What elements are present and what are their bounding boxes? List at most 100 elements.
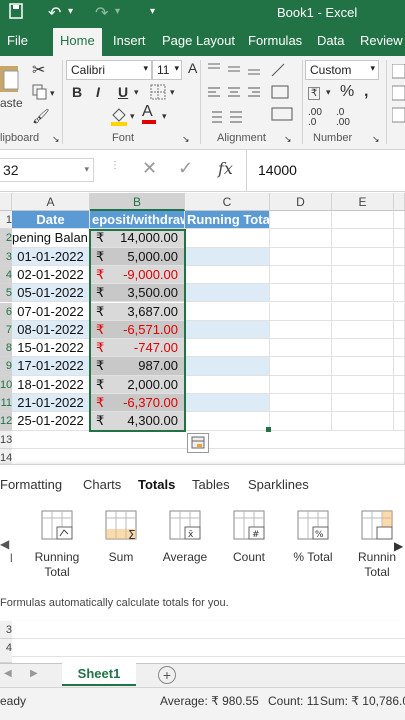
- cell[interactable]: [332, 229, 394, 248]
- cell[interactable]: [394, 357, 405, 376]
- cut-icon[interactable]: ✂: [32, 60, 45, 80]
- cell[interactable]: [270, 357, 332, 376]
- qa-tab-tables[interactable]: Tables: [192, 477, 230, 492]
- running-total-cell[interactable]: [185, 229, 270, 248]
- copy-icon[interactable]: [32, 84, 48, 103]
- date-cell[interactable]: 02-01-2022: [12, 265, 90, 285]
- bold-button[interactable]: B: [72, 84, 82, 100]
- undo-icon[interactable]: ↶: [48, 3, 61, 23]
- amount-cell[interactable]: ₹4,300.00: [90, 412, 185, 431]
- running-total-cell[interactable]: [185, 265, 270, 285]
- redo-dropdown-icon[interactable]: ▾: [115, 6, 120, 17]
- font-color-dropdown-icon[interactable]: ▾: [162, 111, 167, 122]
- row-header[interactable]: 7: [0, 320, 12, 340]
- number-format-select[interactable]: Custom ▾: [305, 60, 379, 80]
- amount-cell[interactable]: ₹ -9,000.00: [90, 265, 185, 285]
- amount-cell[interactable]: ₹3,687.00: [90, 302, 185, 321]
- cell[interactable]: [270, 211, 332, 230]
- top-align-icon[interactable]: [206, 62, 262, 79]
- date-cell[interactable]: 07-01-2022: [12, 302, 90, 321]
- cell[interactable]: [332, 357, 394, 376]
- indent-icon[interactable]: [206, 110, 246, 127]
- select-all-corner[interactable]: [0, 193, 12, 211]
- cell[interactable]: [332, 412, 394, 431]
- row-header[interactable]: 1: [0, 211, 12, 230]
- date-cell[interactable]: 15-01-2022: [12, 339, 90, 358]
- increase-decimal-icon[interactable]: .00 .0: [308, 108, 322, 128]
- font-size-select[interactable]: 11 ▾: [152, 60, 182, 80]
- scroll-sheets-left-icon[interactable]: ◀: [4, 668, 12, 679]
- enter-icon[interactable]: ✓: [178, 158, 193, 179]
- cell[interactable]: [394, 394, 405, 413]
- tab-review[interactable]: Review: [360, 33, 403, 48]
- tab-formulas[interactable]: Formulas: [248, 33, 302, 48]
- row-header[interactable]: 10: [0, 375, 12, 394]
- orientation-icon[interactable]: [270, 62, 296, 127]
- cell[interactable]: [332, 284, 394, 303]
- empty-cells[interactable]: [12, 621, 405, 663]
- cell[interactable]: [270, 247, 332, 266]
- copy-dropdown-icon[interactable]: ▾: [50, 88, 55, 99]
- cell[interactable]: [332, 375, 394, 394]
- tab-file[interactable]: File: [7, 33, 28, 48]
- quick-analysis-button[interactable]: [187, 433, 209, 453]
- tab-data[interactable]: Data: [317, 33, 344, 48]
- cell[interactable]: [270, 412, 332, 431]
- qa-percent-total-button[interactable]: % % Total: [283, 509, 343, 564]
- header-cell-deposit-withdraw[interactable]: eposit/withdraw: [90, 211, 185, 230]
- font-launcher-icon[interactable]: ↘: [182, 134, 190, 145]
- amount-cell[interactable]: ₹3,500.00: [90, 284, 185, 303]
- conditional-format-icon[interactable]: [391, 63, 405, 127]
- cell[interactable]: [270, 394, 332, 413]
- running-total-cell[interactable]: [185, 412, 270, 431]
- format-painter-icon[interactable]: 🖌: [32, 108, 50, 125]
- amount-cell[interactable]: ₹2,000.00: [90, 375, 185, 394]
- header-cell-running-total[interactable]: Running Total: [185, 211, 270, 230]
- insert-function-icon[interactable]: fx: [218, 159, 233, 178]
- qa-tab-formatting[interactable]: Formatting: [0, 477, 62, 492]
- number-launcher-icon[interactable]: ↘: [372, 134, 380, 145]
- more-options-icon[interactable]: ⋮: [110, 160, 120, 171]
- align-left-icon[interactable]: [206, 86, 262, 105]
- amount-cell[interactable]: ₹ -747.00: [90, 339, 185, 358]
- qa-tab-charts[interactable]: Charts: [83, 477, 121, 492]
- cell[interactable]: [394, 211, 405, 230]
- undo-dropdown-icon[interactable]: ▾: [68, 6, 73, 17]
- running-total-cell[interactable]: [185, 375, 270, 394]
- date-cell[interactable]: 08-01-2022: [12, 320, 90, 340]
- redo-icon[interactable]: ↷: [95, 3, 108, 23]
- date-cell[interactable]: 21-01-2022: [12, 394, 90, 413]
- cell[interactable]: [394, 302, 405, 321]
- underline-button[interactable]: U: [118, 84, 128, 100]
- cell[interactable]: [394, 375, 405, 394]
- column-header-d[interactable]: D: [270, 193, 332, 211]
- header-cell-date[interactable]: Date: [12, 211, 90, 230]
- currency-format-icon[interactable]: ₹: [308, 84, 321, 100]
- font-color-icon[interactable]: A: [142, 104, 156, 124]
- clipboard-launcher-icon[interactable]: ↘: [52, 134, 60, 145]
- row-header[interactable]: 4: [0, 265, 12, 285]
- amount-cell[interactable]: ₹14,000.00: [90, 229, 185, 248]
- scroll-left-icon[interactable]: ◀: [0, 537, 9, 551]
- column-header-c[interactable]: C: [185, 193, 270, 211]
- cell[interactable]: [394, 265, 405, 285]
- comma-format-icon[interactable]: ,: [364, 83, 368, 101]
- alignment-launcher-icon[interactable]: ↘: [284, 134, 292, 145]
- cancel-icon[interactable]: ✕: [142, 158, 157, 179]
- fill-color-icon[interactable]: [110, 106, 128, 129]
- cell[interactable]: [332, 211, 394, 230]
- currency-dropdown-icon[interactable]: ▾: [326, 87, 331, 98]
- cell[interactable]: [270, 229, 332, 248]
- row-header[interactable]: 13: [0, 430, 12, 449]
- row-header[interactable]: 3: [0, 247, 12, 266]
- row-header[interactable]: 11: [0, 394, 12, 413]
- cell[interactable]: [394, 247, 405, 266]
- row-header[interactable]: 9: [0, 357, 12, 376]
- amount-cell[interactable]: ₹ -6,370.00: [90, 394, 185, 413]
- scroll-sheets-right-icon[interactable]: ▶: [30, 668, 38, 679]
- cell[interactable]: [394, 320, 405, 340]
- row-header[interactable]: 8: [0, 339, 12, 358]
- date-cell[interactable]: pening Balan: [12, 229, 90, 248]
- name-box[interactable]: 32 ▾: [0, 158, 94, 182]
- row-header[interactable]: 12: [0, 412, 12, 431]
